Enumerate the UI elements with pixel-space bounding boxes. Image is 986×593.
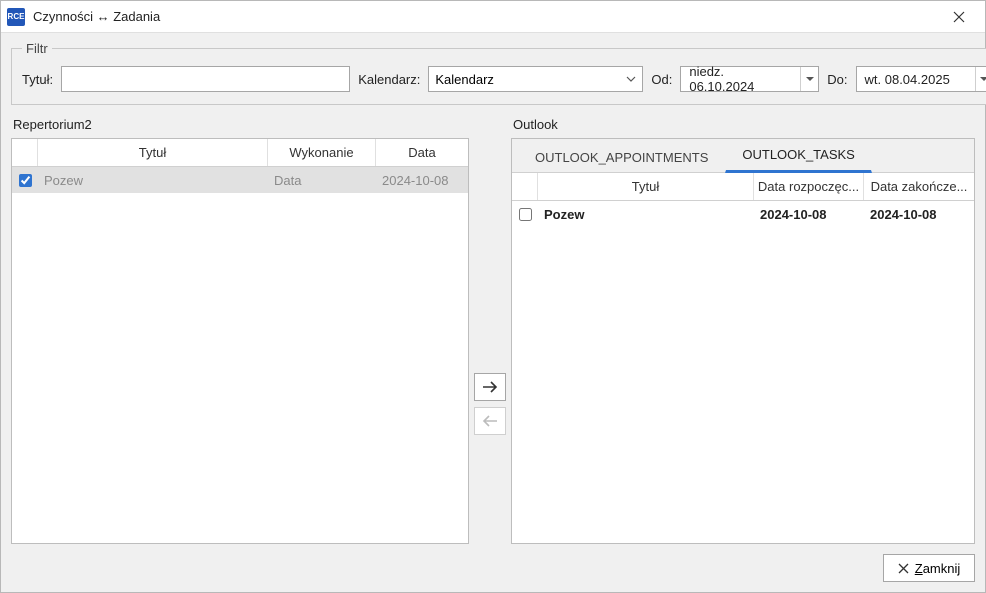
close-label-accel: Z xyxy=(915,561,923,576)
table-row[interactable]: Pozew 2024-10-08 2024-10-08 xyxy=(512,201,974,227)
row-exec: Data xyxy=(268,173,376,188)
left-col-checkbox[interactable] xyxy=(12,139,38,166)
row-start: 2024-10-08 xyxy=(754,207,864,222)
window-title: Czynności ↔ Zadania xyxy=(33,9,939,24)
from-label: Od: xyxy=(651,72,672,87)
table-row[interactable]: Pozew Data 2024-10-08 xyxy=(12,167,468,193)
row-title: Pozew xyxy=(538,207,754,222)
close-icon[interactable] xyxy=(939,3,979,31)
row-title: Pozew xyxy=(38,173,268,188)
to-label: Do: xyxy=(827,72,847,87)
close-button[interactable]: Zamknij xyxy=(883,554,975,582)
filter-group: Filtr Tytuł: Kalendarz: Od: niedz. 06.10… xyxy=(11,41,986,105)
close-label-rest: amknij xyxy=(923,561,961,576)
to-date[interactable]: wt. 08.04.2025 xyxy=(856,66,986,92)
move-left-button[interactable] xyxy=(474,407,506,435)
row-checkbox[interactable] xyxy=(519,207,532,222)
right-col-start[interactable]: Data rozpoczęc... xyxy=(754,173,864,200)
left-grid-header: Tytuł Wykonanie Data xyxy=(12,139,468,167)
from-date[interactable]: niedz. 06.10.2024 xyxy=(680,66,819,92)
row-end: 2024-10-08 xyxy=(864,207,974,222)
left-col-date[interactable]: Data xyxy=(376,139,468,166)
title-input[interactable] xyxy=(61,66,350,92)
row-date: 2024-10-08 xyxy=(376,173,468,188)
caret-down-icon[interactable] xyxy=(800,67,818,91)
tab-tasks[interactable]: OUTLOOK_TASKS xyxy=(725,138,871,173)
arrow-right-icon xyxy=(482,380,498,394)
right-grid-header: Tytuł Data rozpoczęc... Data zakończe... xyxy=(512,173,974,201)
right-panel-heading: Outlook xyxy=(511,113,975,138)
calendar-combo[interactable] xyxy=(428,66,643,92)
row-checkbox[interactable] xyxy=(19,173,32,188)
left-col-exec[interactable]: Wykonanie xyxy=(268,139,376,166)
title-label: Tytuł: xyxy=(22,72,53,87)
left-col-title[interactable]: Tytuł xyxy=(38,139,268,166)
move-right-button[interactable] xyxy=(474,373,506,401)
transfer-arrows xyxy=(469,113,511,544)
right-col-checkbox[interactable] xyxy=(512,173,538,200)
tab-appointments[interactable]: OUTLOOK_APPOINTMENTS xyxy=(518,141,725,173)
from-date-value[interactable]: niedz. 06.10.2024 xyxy=(681,67,800,91)
titlebar: RCE Czynności ↔ Zadania xyxy=(1,1,985,33)
chevron-down-icon[interactable] xyxy=(620,67,642,91)
right-grid: OUTLOOK_APPOINTMENTS OUTLOOK_TASKS Tytuł… xyxy=(511,138,975,544)
arrow-left-icon xyxy=(482,414,498,428)
calendar-value[interactable] xyxy=(428,66,643,92)
right-col-title[interactable]: Tytuł xyxy=(538,173,754,200)
right-col-end[interactable]: Data zakończe... xyxy=(864,173,974,200)
close-icon xyxy=(898,563,909,574)
app-icon: RCE xyxy=(7,8,25,26)
caret-down-icon[interactable] xyxy=(975,67,986,91)
left-grid: Tytuł Wykonanie Data Pozew Data 2024-10-… xyxy=(11,138,469,544)
filter-legend: Filtr xyxy=(22,41,52,56)
outlook-tabs: OUTLOOK_APPOINTMENTS OUTLOOK_TASKS xyxy=(512,139,974,173)
left-panel-heading: Repertorium2 xyxy=(11,113,469,138)
calendar-label: Kalendarz: xyxy=(358,72,420,87)
to-date-value[interactable]: wt. 08.04.2025 xyxy=(857,67,975,91)
